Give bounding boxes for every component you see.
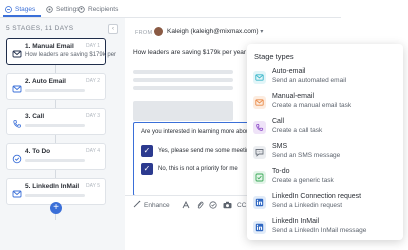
menu-item-name: To-do: [272, 168, 290, 175]
email-icon: [12, 81, 22, 93]
menu-item-name: LinkedIn InMail: [272, 218, 320, 225]
camera-icon[interactable]: [223, 200, 232, 210]
stage-title: 5. LinkedIn InMail: [25, 183, 80, 190]
stages-sidebar: 5 STAGES, 11 DAYS ‹ 1. Manual Email How …: [0, 18, 123, 250]
checkbox-checked-icon[interactable]: ✓: [141, 163, 153, 175]
menu-item-desc: Send an SMS message: [272, 152, 341, 159]
stage-title: 3. Call: [25, 113, 45, 120]
body-block-placeholder: [133, 101, 233, 121]
attachment-icon[interactable]: [196, 200, 204, 210]
menu-item-name: Manual-email: [272, 93, 315, 100]
menu-item-sms[interactable]: SMS Send an SMS message: [253, 143, 401, 165]
stage-subtitle-placeholder: [25, 124, 85, 127]
font-icon[interactable]: [182, 200, 190, 210]
menu-item-manual-email[interactable]: Manual-email Create a manual email task: [253, 93, 401, 115]
chevron-down-icon: ▾: [260, 29, 264, 35]
tab-bar: Stages Settings Recipients: [0, 0, 341, 18]
tab-settings-label: Settings: [56, 5, 80, 13]
menu-item-desc: Create a call task: [272, 127, 323, 134]
tab-settings[interactable]: Settings: [46, 3, 80, 15]
menu-item-todo[interactable]: To-do Create a generic task: [253, 168, 401, 190]
panel-gap: [118, 18, 125, 250]
stage-day: DAY 1: [86, 43, 100, 49]
menu-item-desc: Send an automated email: [272, 77, 347, 84]
poll-option-label: Yes, please send me some meeting t: [158, 148, 257, 154]
email-icon: [12, 46, 22, 58]
linkedin-icon: [253, 221, 266, 234]
menu-item-desc: Send a Linkedin request: [272, 202, 343, 209]
stage-title: 4. To Do: [25, 148, 51, 155]
tab-stages[interactable]: Stages: [5, 3, 35, 15]
stage-subtitle: How leaders are saving $179k per ...: [25, 52, 123, 58]
collapse-icon[interactable]: ‹: [108, 24, 118, 34]
menu-item-desc: Create a manual email task: [272, 102, 352, 109]
cc-label: CC: [237, 201, 247, 209]
stage-types-menu: Stage types Auto-email Send an automated…: [247, 44, 403, 240]
checkbox-checked-icon[interactable]: ✓: [141, 145, 153, 157]
poll-option-label: No, this is not a priority for me: [158, 166, 238, 172]
connector-line: [55, 135, 56, 143]
enhance-button[interactable]: Enhance: [133, 200, 170, 210]
menu-item-linkedin-inmail[interactable]: LinkedIn InMail Send a LinkedIn InMail m…: [253, 218, 401, 240]
stage-title: 1. Manual Email: [25, 43, 74, 50]
stage-day: DAY 5: [86, 183, 100, 189]
menu-title: Stage types: [254, 52, 294, 61]
menu-item-call[interactable]: Call Create a call task: [253, 118, 401, 140]
phone-icon: [253, 121, 266, 134]
stage-title: 2. Auto Email: [25, 78, 66, 85]
menu-item-name: SMS: [272, 143, 288, 150]
phone-icon: [12, 116, 22, 128]
tab-recipients[interactable]: Recipients: [78, 3, 118, 15]
menu-item-name: LinkedIn Connection request: [272, 193, 362, 200]
avatar: [154, 27, 163, 36]
email-icon: [12, 186, 22, 198]
enhance-label: Enhance: [144, 201, 170, 209]
recipients-icon: [78, 5, 85, 13]
menu-item-desc: Send a LinkedIn InMail message: [272, 227, 367, 234]
stage-card-call[interactable]: 3. Call DAY 3: [6, 108, 106, 135]
connector-line: [55, 170, 56, 178]
email-subject[interactable]: How leaders are saving $179k per year: [133, 49, 246, 56]
stage-card-linkedin-inmail[interactable]: 5. LinkedIn InMail DAY 5: [6, 178, 106, 205]
stage-card-auto-email[interactable]: 2. Auto Email DAY 2: [6, 73, 106, 100]
stage-subtitle-placeholder: [25, 89, 85, 92]
active-tab-indicator: [3, 15, 41, 17]
stage-subtitle-placeholder: [25, 159, 85, 162]
connector-line: [55, 100, 56, 108]
add-stage-button[interactable]: +: [50, 202, 62, 214]
body-line-placeholder: [133, 78, 233, 82]
from-label: FROM: [135, 30, 153, 36]
stages-icon: [5, 5, 12, 13]
poll-question: Are you interested in learning more abou…: [141, 129, 264, 135]
linkedin-icon: [253, 196, 266, 209]
todo-icon: [12, 151, 22, 164]
stage-subtitle-placeholder: [25, 194, 85, 197]
stage-day: DAY 3: [86, 113, 100, 119]
menu-item-auto-email[interactable]: Auto-email Send an automated email: [253, 68, 401, 90]
menu-item-name: Auto-email: [272, 68, 306, 75]
todo-icon: [253, 171, 266, 184]
check-circle-icon[interactable]: [209, 200, 217, 210]
tab-stages-label: Stages: [15, 5, 36, 13]
body-line-placeholder: [133, 70, 233, 74]
tab-recipients-label: Recipients: [88, 5, 119, 13]
stage-card-manual-email[interactable]: 1. Manual Email How leaders are saving $…: [6, 38, 123, 65]
cc-button[interactable]: CC: [237, 200, 246, 210]
body-line-placeholder: [133, 86, 233, 90]
wand-icon: [133, 200, 141, 210]
connector-line: [55, 65, 56, 73]
email-icon: [253, 96, 266, 109]
menu-item-name: Call: [272, 118, 285, 125]
menu-item-desc: Create a generic task: [272, 177, 334, 184]
gear-icon: [46, 5, 53, 13]
sms-icon: [253, 146, 266, 159]
stage-day: DAY 4: [86, 148, 100, 154]
menu-item-linkedin-connection[interactable]: LinkedIn Connection request Send a Linke…: [253, 193, 401, 215]
stages-count: 5 STAGES, 11 DAYS: [6, 25, 74, 32]
from-name: Kaleigh (kaleigh@mixmax.com): [167, 28, 259, 35]
from-select[interactable]: Kaleigh (kaleigh@mixmax.com) ▾: [167, 28, 263, 35]
stage-day: DAY 2: [86, 78, 100, 84]
stage-card-todo[interactable]: 4. To Do DAY 4: [6, 143, 106, 170]
email-icon: [253, 71, 266, 84]
